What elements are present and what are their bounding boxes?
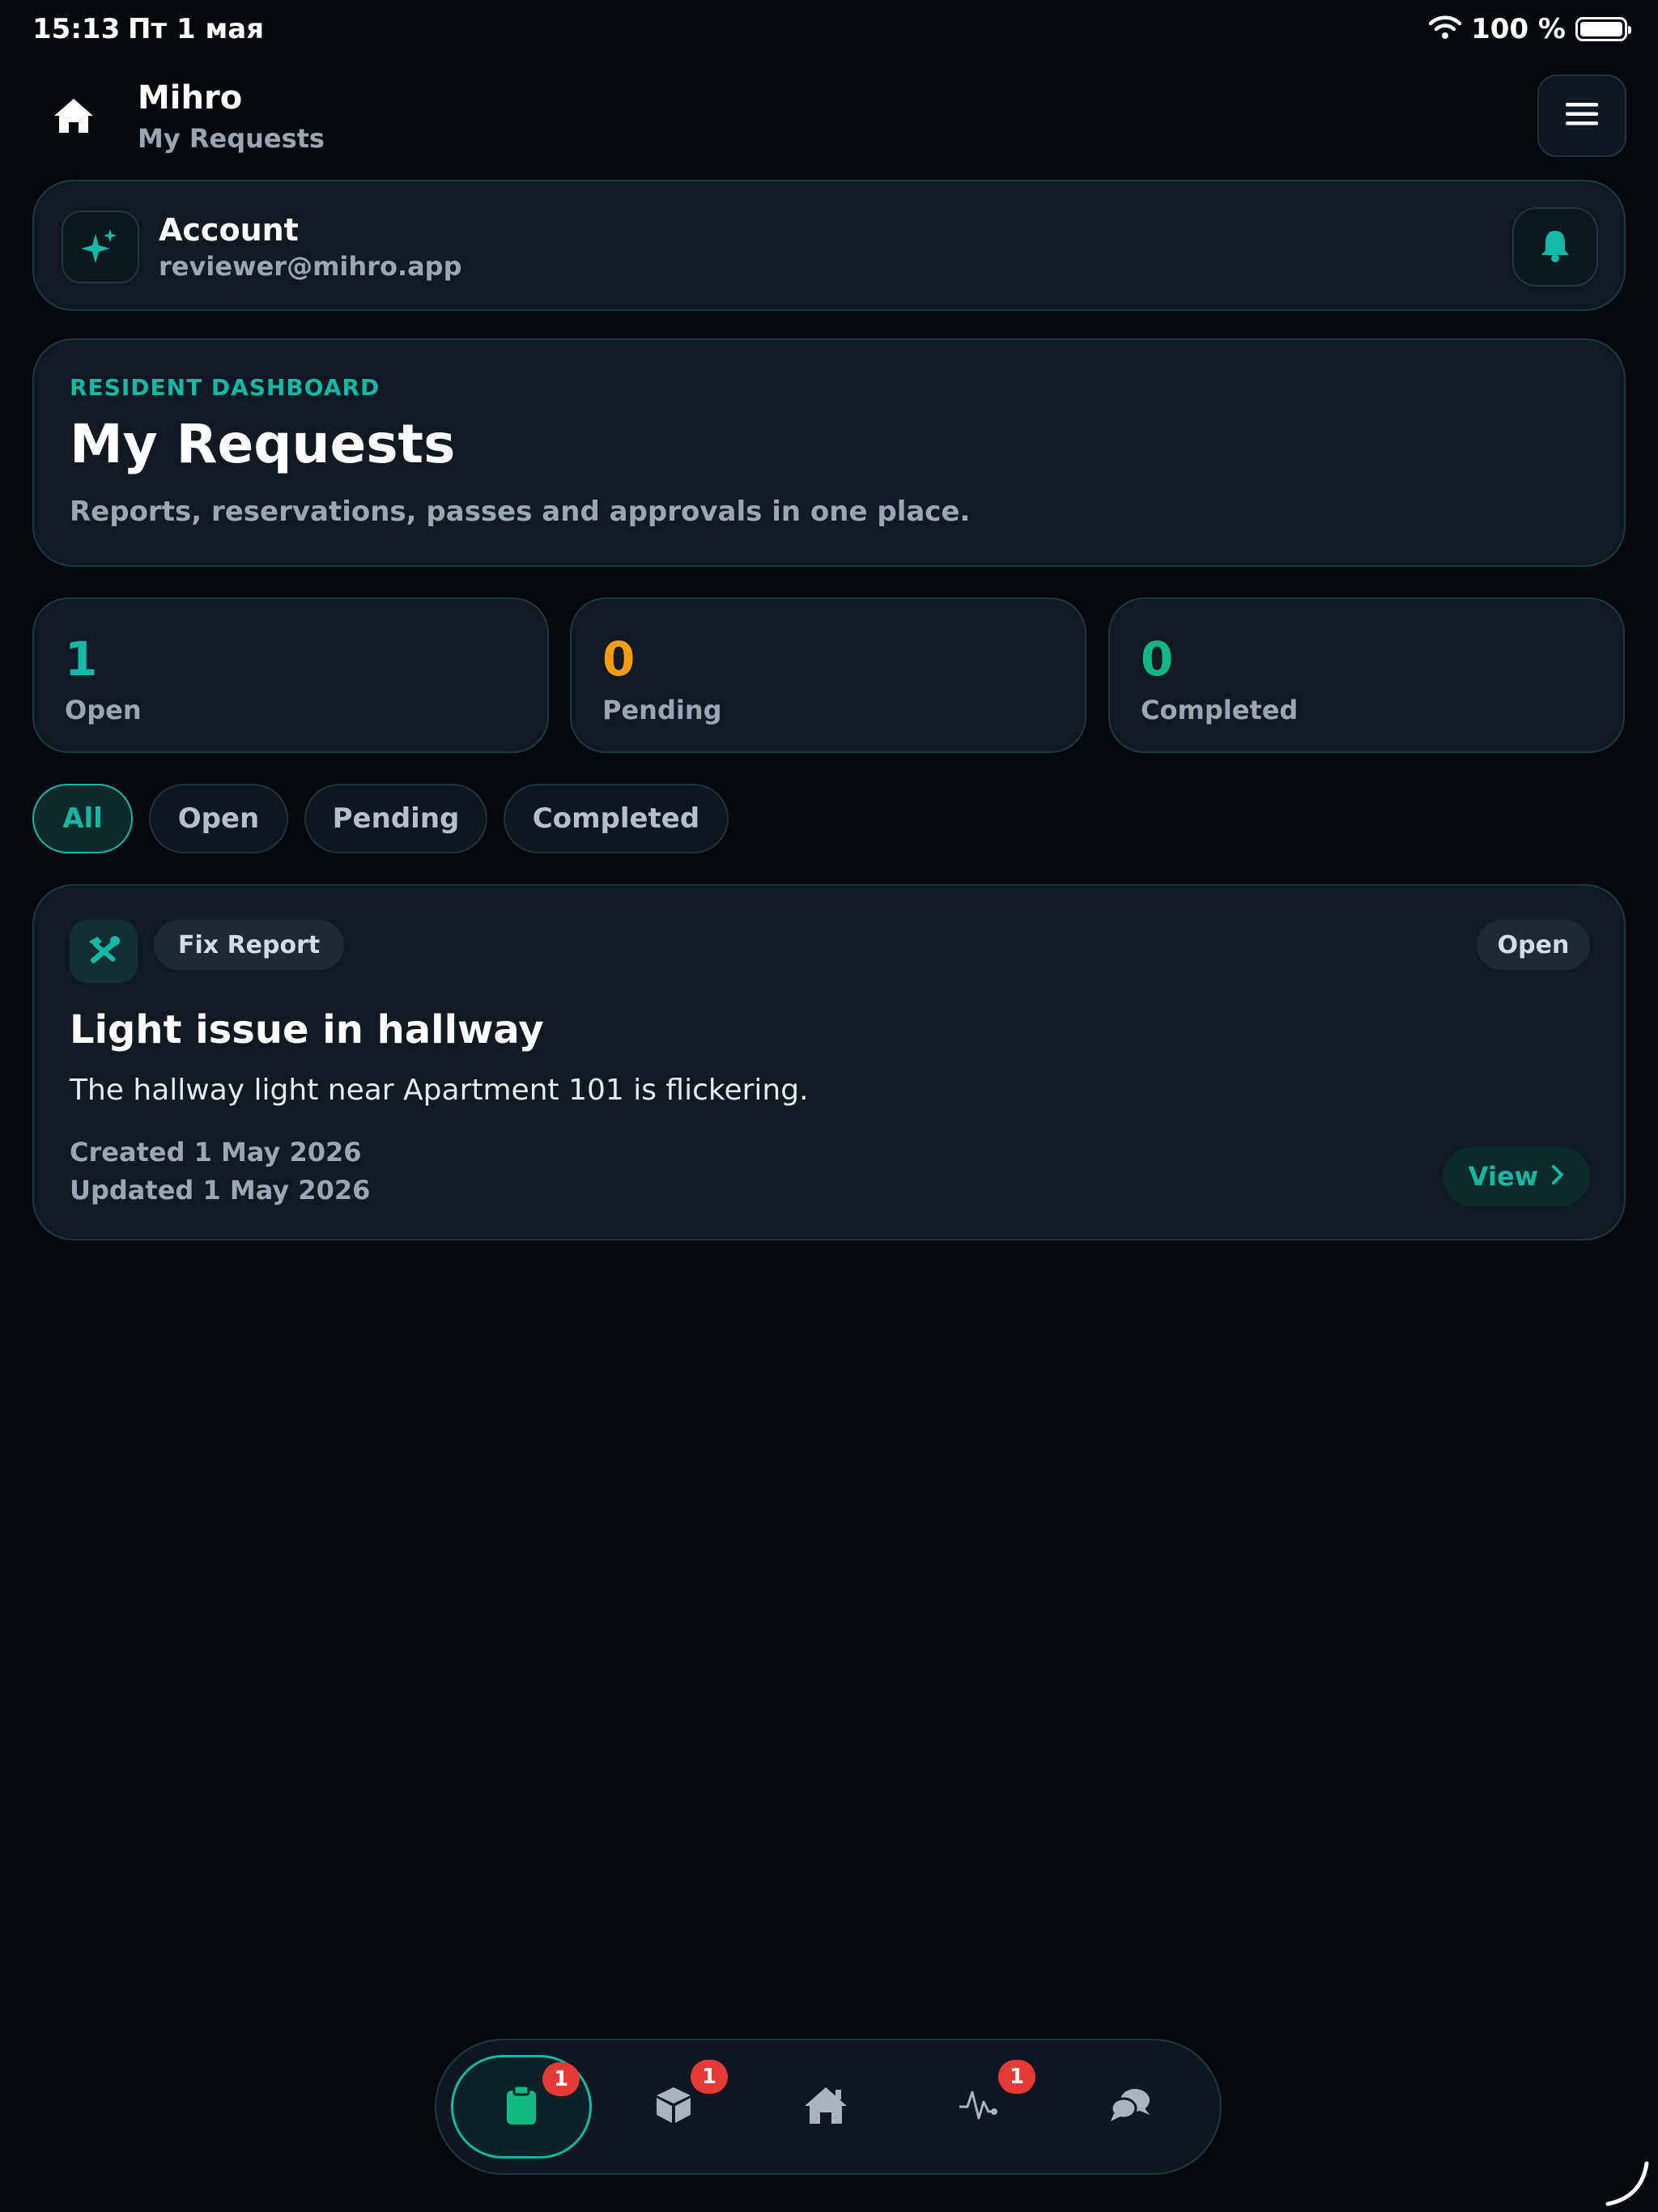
filter-chip-completed[interactable]: Completed [504, 784, 729, 853]
account-card[interactable]: Account reviewer@mihro.app [32, 180, 1626, 311]
nav-item-chat[interactable] [1060, 2055, 1201, 2159]
hero-description: Reports, reservations, passes and approv… [70, 496, 971, 528]
filter-chip-pending[interactable]: Pending [304, 784, 487, 853]
account-email: reviewer@mihro.app [159, 251, 462, 282]
request-updated-date: Updated 1 May 2026 [70, 1175, 371, 1206]
stat-card-completed[interactable]: 0 Completed [1108, 598, 1625, 753]
stat-value: 0 [602, 632, 636, 687]
view-label: View [1468, 1161, 1539, 1192]
account-title: Account [159, 212, 299, 248]
wifi-icon [1428, 15, 1462, 43]
stat-label: Pending [602, 695, 722, 725]
nav-item-packages[interactable]: 1 [603, 2055, 744, 2159]
status-badge: Open [1477, 920, 1590, 970]
request-card[interactable]: Fix Report Open Light issue in hallway T… [32, 884, 1626, 1240]
request-description: The hallway light near Apartment 101 is … [70, 1074, 809, 1107]
app-screen: 15:13 Пт 1 мая 100 % Mihro My Requests A… [0, 0, 1658, 2212]
battery-percentage: 100 % [1471, 13, 1566, 45]
notifications-button[interactable] [1512, 207, 1598, 287]
nav-item-activity[interactable]: 1 [908, 2055, 1048, 2159]
status-date: Пт 1 мая [128, 13, 265, 45]
status-bar: 15:13 Пт 1 мая 100 % [0, 0, 1658, 58]
bell-icon [1539, 228, 1571, 266]
dashboard-hero: RESIDENT DASHBOARD My Requests Reports, … [32, 338, 1626, 567]
filter-chip-open[interactable]: Open [149, 784, 288, 853]
chat-icon [1109, 2087, 1151, 2126]
bottom-nav: 1 1 1 [435, 2039, 1222, 2175]
nav-item-requests[interactable]: 1 [451, 2055, 592, 2159]
stat-value: 1 [65, 632, 98, 687]
stat-label: Completed [1141, 695, 1299, 725]
request-created-date: Created 1 May 2026 [70, 1137, 362, 1168]
chevron-right-icon [1551, 1161, 1564, 1192]
stat-card-pending[interactable]: 0 Pending [570, 598, 1086, 753]
stat-card-open[interactable]: 1 Open [32, 598, 549, 753]
nav-badge: 1 [691, 2060, 728, 2094]
clipboard-icon [505, 2084, 538, 2129]
status-indicators: 100 % [1428, 11, 1631, 47]
resize-handle[interactable] [1603, 2160, 1650, 2207]
stat-value: 0 [1141, 632, 1174, 687]
hamburger-icon [1566, 102, 1598, 130]
stat-label: Open [65, 695, 142, 725]
status-time: 15:13 [32, 13, 121, 45]
sparkles-icon [62, 211, 139, 283]
hero-eyebrow: RESIDENT DASHBOARD [70, 374, 380, 401]
home-icon [802, 2085, 849, 2129]
filter-chip-all[interactable]: All [32, 784, 133, 853]
menu-button[interactable] [1537, 74, 1626, 157]
page-subtitle: My Requests [138, 123, 325, 154]
nav-badge: 1 [542, 2062, 580, 2096]
request-type-badge: Fix Report [154, 920, 345, 970]
activity-icon [958, 2087, 998, 2126]
tools-icon [70, 920, 138, 983]
view-button[interactable]: View [1443, 1146, 1590, 1206]
app-title: Mihro [138, 79, 243, 117]
nav-item-home[interactable] [755, 2055, 896, 2159]
home-icon[interactable] [52, 96, 96, 136]
battery-icon [1575, 17, 1631, 41]
page-title: My Requests [70, 413, 456, 475]
package-icon [655, 2086, 692, 2128]
request-title: Light issue in hallway [70, 1007, 544, 1053]
nav-badge: 1 [998, 2060, 1035, 2094]
